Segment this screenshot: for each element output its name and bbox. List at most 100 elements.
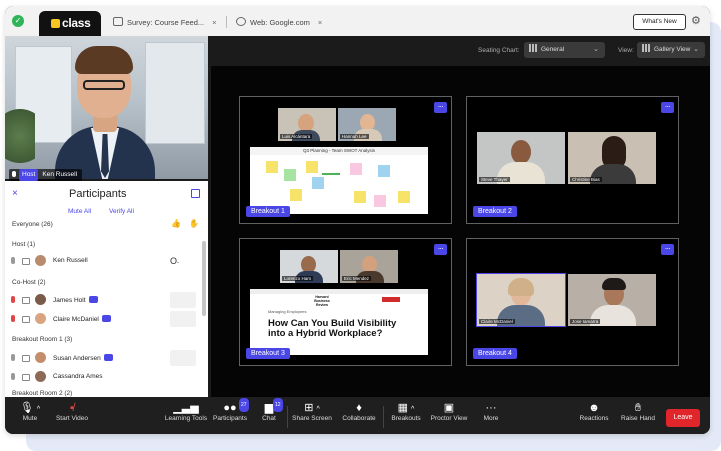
microphone-icon <box>12 171 16 177</box>
more-options-button[interactable]: ... <box>434 243 447 255</box>
leave-button[interactable]: Leave <box>666 409 700 427</box>
tab-class-app[interactable]: class <box>39 11 101 36</box>
host-person-glasses <box>83 80 125 90</box>
more-button[interactable]: ··· More <box>479 401 503 422</box>
microphone-icon[interactable] <box>11 354 15 361</box>
avatar <box>35 352 46 363</box>
more-options-button[interactable]: ... <box>661 101 674 113</box>
breakout-label: Breakout 4 <box>473 348 517 359</box>
gear-icon[interactable]: ⚙ <box>691 14 701 27</box>
participant-hair <box>508 278 534 296</box>
host-name: Ken Russell <box>42 171 78 178</box>
globe-icon <box>236 17 246 26</box>
breakout-room-3[interactable]: Lorenzo Ham Eric Mendez Harvard Business… <box>239 238 452 366</box>
microphone-muted-icon[interactable] <box>11 296 15 303</box>
participant-row[interactable]: James Holt <box>5 291 200 309</box>
view-select[interactable]: Gallery View ⌄ <box>637 42 705 58</box>
video-thumbnail[interactable]: Hannah Lee <box>338 108 396 141</box>
breakout-room-2[interactable]: Steve Thayer Christine Bias ... Breakout… <box>466 96 679 224</box>
collaborate-button[interactable]: ♦ Collaborate <box>339 401 379 422</box>
camera-icon[interactable] <box>22 258 30 265</box>
subscribe-button[interactable] <box>382 297 400 302</box>
row-action-button[interactable] <box>170 311 196 327</box>
row-action-button[interactable] <box>170 292 196 308</box>
raise-hand-button[interactable]: ✋︎ Raise Hand <box>619 401 657 422</box>
microphone-icon[interactable] <box>11 257 15 264</box>
video-thumbnail[interactable]: Claire McDaniel <box>476 273 566 327</box>
reactions-button[interactable]: ☻ Reactions <box>577 401 611 422</box>
panel-scrollbar[interactable] <box>202 241 206 316</box>
participant-row[interactable]: Ken Russell O- <box>5 252 200 270</box>
mute-button[interactable]: 🎙︎ ^ Mute <box>15 401 45 422</box>
breakout-room-4[interactable]: Claire McDaniel Jose Iamarra ... Breakou… <box>466 238 679 366</box>
microphone-muted-icon[interactable] <box>11 315 15 322</box>
close-icon[interactable]: × <box>212 18 216 27</box>
thumbs-up-icon[interactable]: 👍 <box>171 219 181 228</box>
chat-button[interactable]: ▆ 12 Chat <box>256 398 283 422</box>
shared-whiteboard[interactable]: Q3 Planning - Team SWOT Analysis <box>250 147 428 214</box>
tab-web[interactable]: Web: Google.com × <box>236 17 322 27</box>
participant-hair <box>602 278 626 290</box>
view-value: Gallery View <box>654 46 691 53</box>
hand-icon[interactable]: ✋ <box>189 219 199 228</box>
camera-icon[interactable] <box>22 316 30 323</box>
row-action-button[interactable] <box>170 350 196 366</box>
seating-chart-label: Seating Chart: <box>478 47 520 54</box>
section-cohost: Co-Host (2) <box>12 279 46 286</box>
participant-row[interactable]: Susan Andersen <box>5 349 200 367</box>
shield-check-icon: ✓ <box>12 15 24 27</box>
mute-all-link[interactable]: Mute All <box>68 208 91 215</box>
connector-line <box>322 173 340 175</box>
popout-icon[interactable] <box>191 189 200 198</box>
participants-panel: × Participants Mute All Verify All Every… <box>5 181 208 397</box>
start-video-button[interactable]: ▪̸ Start Video <box>50 401 94 422</box>
share-screen-icon: ⊞ ^ <box>304 402 320 414</box>
participant-row[interactable]: Claire McDaniel <box>5 310 200 328</box>
article-brand: Harvard Business Review <box>314 295 330 307</box>
thumbnail-name: Steve Thayer <box>479 177 510 182</box>
avatar <box>35 255 46 266</box>
video-thumbnail[interactable]: Luis Alcántara <box>278 108 336 141</box>
camera-icon[interactable] <box>22 297 30 304</box>
thumbnail-name: Eric Mendez <box>342 276 372 281</box>
proctor-view-button[interactable]: ▣ Proctor View <box>427 401 471 422</box>
participants-button[interactable]: ●● 27 Participants <box>210 398 250 422</box>
thumbnail-name: Claire McDaniel <box>479 319 515 324</box>
microphone-icon[interactable] <box>11 373 15 380</box>
participants-count-badge: 27 <box>239 398 249 412</box>
breakout-room-1[interactable]: Luis Alcántara Hannah Lee Q3 Planning - … <box>239 96 452 224</box>
share-screen-button[interactable]: ⊞ ^ Share Screen <box>290 401 334 422</box>
grid-icon <box>642 44 650 52</box>
verify-all-link[interactable]: Verify All <box>109 208 134 215</box>
video-thumbnail[interactable]: Jose Iamarra <box>568 274 656 326</box>
learning-tools-button[interactable]: ▁▃▅ Learning Tools <box>161 401 211 422</box>
video-thumbnail[interactable]: Steve Thayer <box>477 132 565 184</box>
chat-bubble-icon <box>88 296 98 303</box>
shared-article[interactable]: Harvard Business Review Managing Employe… <box>250 289 428 355</box>
video-thumbnail[interactable]: Eric Mendez <box>340 250 398 283</box>
video-thumbnail[interactable]: Christine Bias <box>568 132 656 184</box>
section-host: Host (1) <box>12 241 36 248</box>
breakouts-button[interactable]: ▦ ^ Breakouts <box>387 401 425 422</box>
whats-new-button[interactable]: What's New <box>633 14 686 30</box>
key-icon[interactable]: O- <box>170 256 179 266</box>
more-options-button[interactable]: ... <box>661 243 674 255</box>
background-plant <box>5 108 35 178</box>
tab-web-label: Web: Google.com <box>250 18 310 27</box>
participant-row[interactable]: Cassandra Ames <box>5 368 200 386</box>
whiteboard-title: Q3 Planning - Team SWOT Analysis <box>250 147 428 155</box>
video-thumbnail[interactable]: Lorenzo Ham <box>280 250 338 283</box>
tab-survey[interactable]: Survey: Course Feed... × <box>113 17 217 27</box>
sticky-note <box>354 191 366 203</box>
seating-chart-select[interactable]: General ⌄ <box>524 42 605 58</box>
close-panel-button[interactable]: × <box>12 188 18 199</box>
tab-survey-label: Survey: Course Feed... <box>127 18 205 27</box>
more-options-button[interactable]: ... <box>434 101 447 113</box>
camera-icon[interactable] <box>22 374 30 381</box>
close-icon[interactable]: × <box>318 18 322 27</box>
breakout-gallery: Luis Alcántara Hannah Lee Q3 Planning - … <box>211 66 710 397</box>
participant-name: Claire McDaniel <box>53 315 111 323</box>
tab-divider <box>226 16 227 28</box>
view-label: View: <box>618 47 634 54</box>
camera-icon[interactable] <box>22 355 30 362</box>
